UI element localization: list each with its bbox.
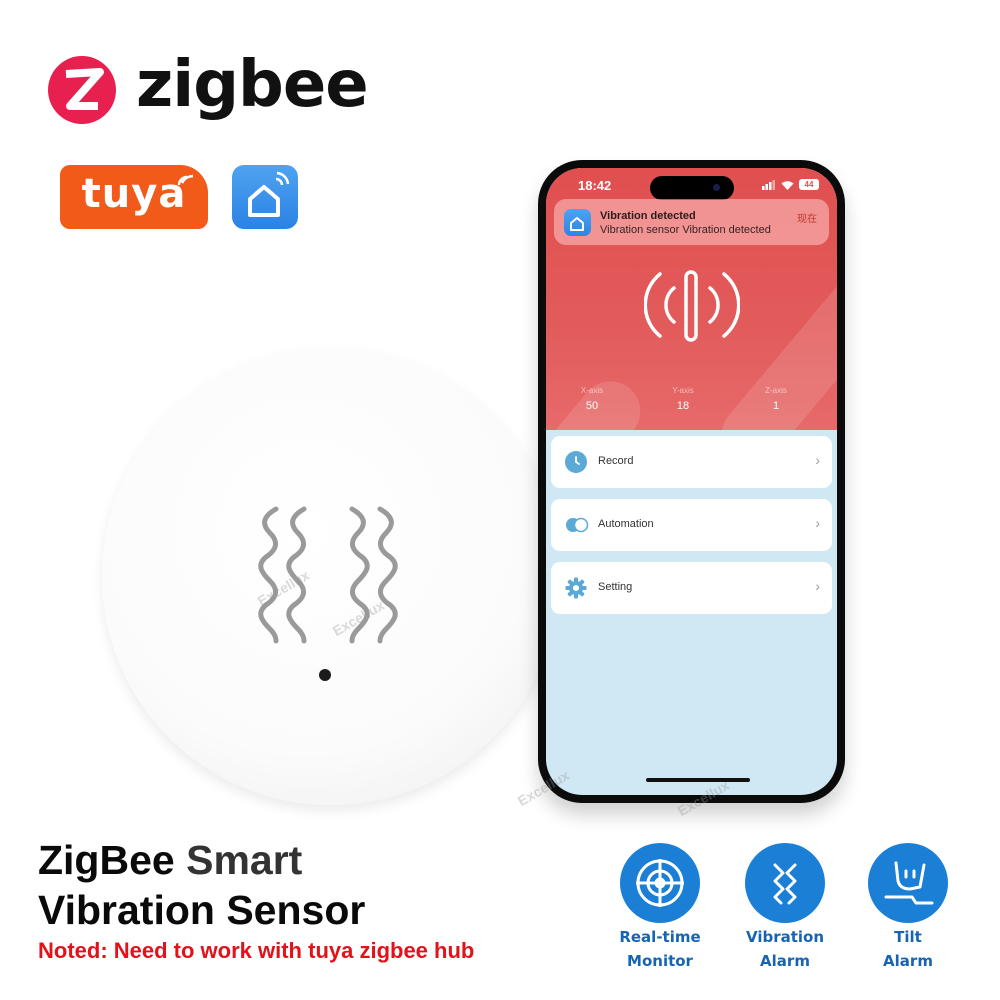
home-indicator[interactable] <box>646 778 750 782</box>
axis-y: Y-axis 18 <box>643 386 723 412</box>
radar-icon <box>620 843 700 923</box>
axis-x: X-axis 50 <box>552 386 632 412</box>
menu-item-setting[interactable]: Setting › <box>551 562 832 614</box>
chevron-right-icon: › <box>815 515 820 531</box>
product-title-line2: Vibration Sensor <box>38 887 366 933</box>
feature-tilt-alarm: Tilt Alarm <box>853 843 963 971</box>
vibration-icon <box>745 843 825 923</box>
chevron-right-icon: › <box>815 452 820 468</box>
home-wifi-icon <box>248 171 290 217</box>
zigbee-logo: zigbee <box>48 48 369 124</box>
phone-screen: 18:42 44 Vibration detected Vibration se… <box>546 168 837 795</box>
status-time: 18:42 <box>578 178 612 193</box>
sensor-led-indicator <box>319 669 331 681</box>
notification-body: Vibration sensor Vibration detected <box>600 224 771 236</box>
smart-life-app-icon <box>232 165 298 229</box>
compatibility-note: Noted: Need to work with tuya zigbee hub <box>38 938 475 963</box>
feature-label: Monitor <box>627 952 693 970</box>
product-title-line1: ZigBee Smart <box>38 840 302 881</box>
menu-label: Setting <box>598 581 633 593</box>
notification-title: Vibration detected <box>600 210 696 222</box>
tilt-icon <box>868 843 948 923</box>
title-smart: Smart <box>174 837 303 883</box>
axis-label: X-axis <box>580 386 604 395</box>
tuya-wordmark: tuya <box>81 171 187 217</box>
zigbee-wordmark: zigbee <box>136 48 369 122</box>
axis-value: 50 <box>585 400 599 412</box>
feature-label: Tilt <box>894 928 922 946</box>
menu-item-record[interactable]: Record › <box>551 436 832 488</box>
cellular-signal-icon <box>762 179 775 190</box>
menu-label: Record <box>598 455 634 467</box>
feature-label: Vibration <box>745 928 825 946</box>
device-header-panel: 18:42 44 Vibration detected Vibration se… <box>546 168 837 430</box>
title-zigbee: ZigBee <box>38 837 175 883</box>
status-icons: 44 <box>762 179 819 190</box>
battery-indicator: 44 <box>799 179 819 190</box>
feature-label: Alarm <box>760 952 810 970</box>
gear-icon <box>565 577 587 599</box>
notification-time: 现在 <box>797 214 817 225</box>
camera-icon <box>713 184 720 191</box>
axis-label: Z-axis <box>765 386 787 395</box>
feature-realtime-monitor: Real-time Monitor <box>605 843 715 971</box>
vibration-status-icon <box>644 270 740 342</box>
dynamic-island <box>650 176 734 200</box>
feature-label: Real-time <box>619 928 701 946</box>
smart-life-notification-icon <box>564 209 591 236</box>
feature-label: Alarm <box>883 952 933 970</box>
wifi-icon <box>781 180 794 190</box>
axis-value: 18 <box>676 400 690 412</box>
tuya-signal-icon <box>177 174 194 186</box>
feature-vibration-alarm: Vibration Alarm <box>730 843 840 971</box>
zigbee-mark-icon <box>48 56 116 124</box>
vibration-waves-icon <box>258 506 398 644</box>
toggle-icon <box>566 517 589 533</box>
push-notification[interactable]: Vibration detected Vibration sensor Vibr… <box>554 199 829 245</box>
menu-item-automation[interactable]: Automation › <box>551 499 832 551</box>
axis-label: Y-axis <box>672 386 694 395</box>
tuya-logo: tuya <box>60 165 208 229</box>
chevron-right-icon: › <box>815 578 820 594</box>
clock-icon <box>565 451 587 473</box>
axis-z: Z-axis 1 <box>736 386 816 412</box>
axis-value: 1 <box>772 400 780 412</box>
phone-mockup: 18:42 44 Vibration detected Vibration se… <box>538 160 845 803</box>
menu-label: Automation <box>598 518 654 530</box>
